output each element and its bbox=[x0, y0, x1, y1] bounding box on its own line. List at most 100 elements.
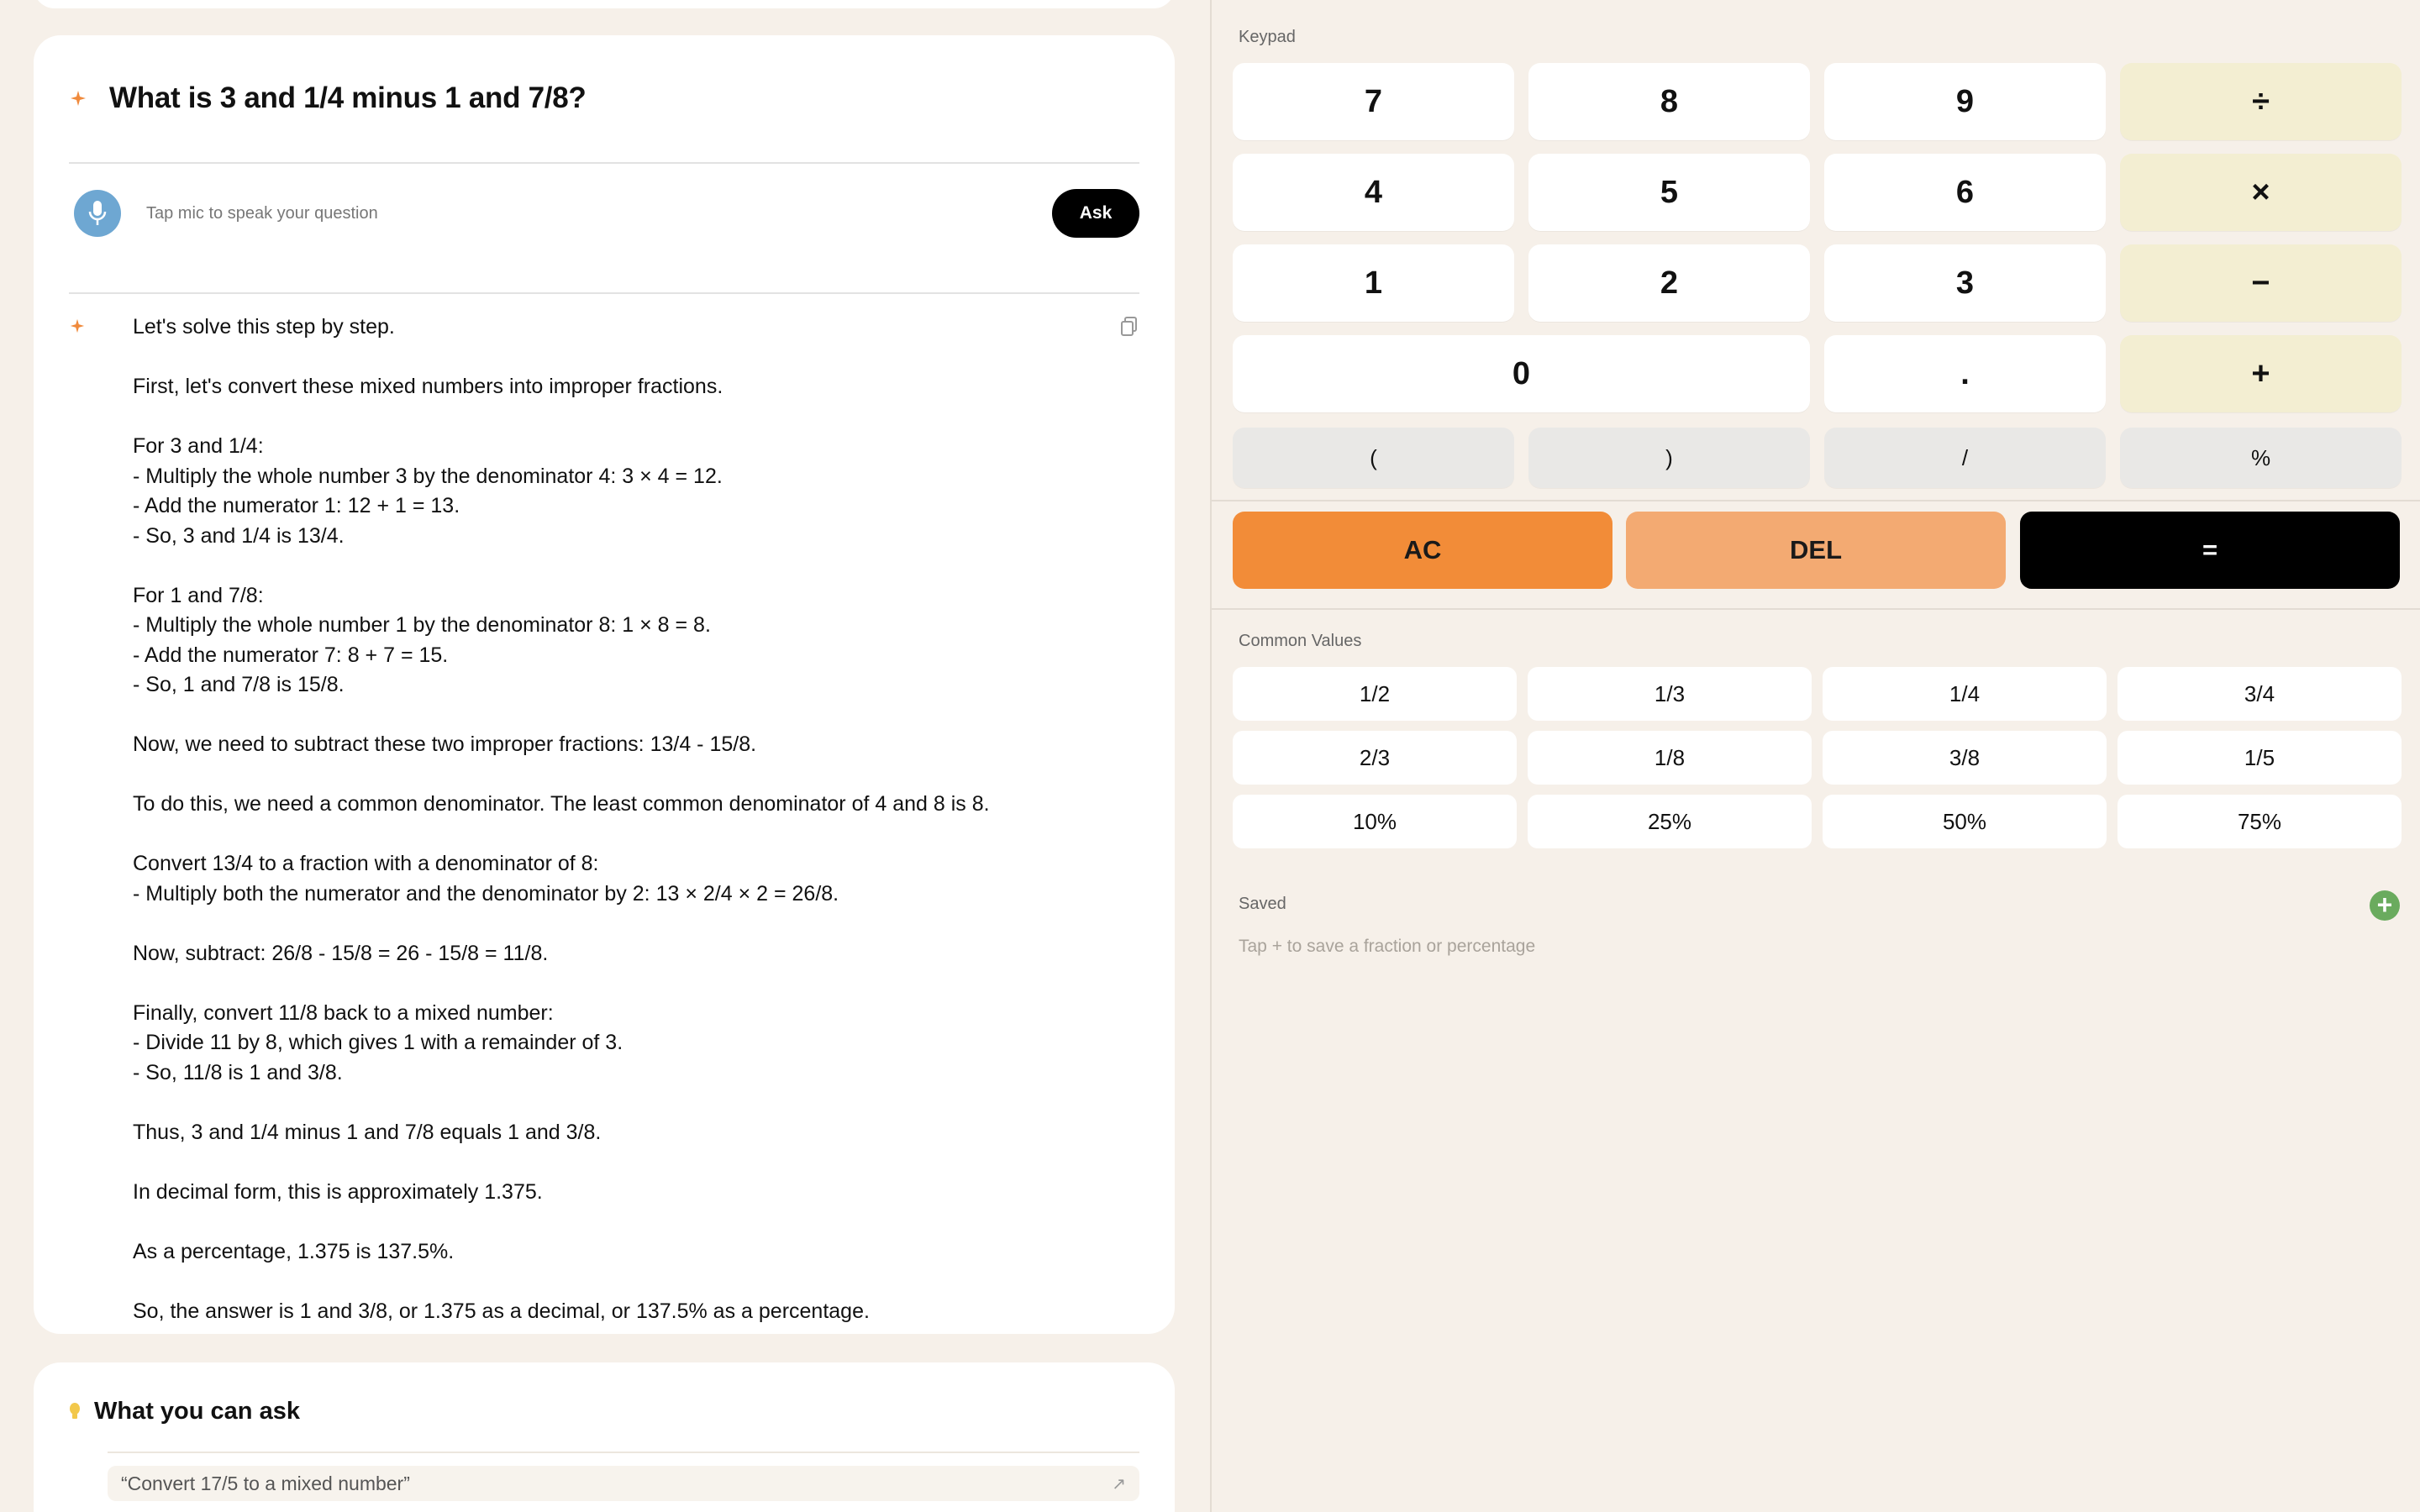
ask-input-placeholder[interactable]: Tap mic to speak your question bbox=[146, 204, 1052, 223]
divider bbox=[1212, 608, 2420, 610]
answer-line: So, the answer is 1 and 3/8, or 1.375 as… bbox=[133, 1299, 870, 1323]
answer-line: - Multiply both the numerator and the de… bbox=[133, 881, 839, 906]
suggestions-card: What you can ask “Convert 17/5 to a mixe… bbox=[34, 1362, 1175, 1512]
key-5[interactable]: 5 bbox=[1528, 154, 1810, 231]
common-value-chip[interactable]: 1/5 bbox=[2118, 731, 2402, 785]
answer-line: Now, subtract: 26/8 - 15/8 = 26 - 15/8 =… bbox=[133, 941, 549, 965]
answer-line: - So, 3 and 1/4 is 13/4. bbox=[133, 523, 345, 548]
key-1[interactable]: 1 bbox=[1233, 244, 1514, 322]
suggestion-item[interactable]: “Convert 17/5 to a mixed number” ↗ bbox=[108, 1466, 1139, 1501]
divider bbox=[69, 292, 1139, 294]
answer-line: For 3 and 1/4: bbox=[133, 434, 264, 458]
divider bbox=[69, 162, 1139, 164]
answer-text: Let's solve this step by step. First, let… bbox=[133, 312, 1139, 1326]
answer-line: In decimal form, this is approximately 1… bbox=[133, 1179, 543, 1204]
key-9[interactable]: 9 bbox=[1824, 63, 2106, 140]
divider bbox=[108, 1452, 1139, 1453]
key-minus[interactable]: − bbox=[2120, 244, 2402, 322]
answer-line bbox=[133, 820, 1139, 850]
common-value-chip[interactable]: 2/3 bbox=[1233, 731, 1517, 785]
delete-button[interactable]: DEL bbox=[1626, 512, 2006, 589]
key-7[interactable]: 7 bbox=[1233, 63, 1514, 140]
ask-button[interactable]: Ask bbox=[1052, 189, 1139, 238]
saved-empty-placeholder: Tap + to save a fraction or percentage bbox=[1239, 937, 1536, 956]
common-value-chip[interactable]: 10% bbox=[1233, 795, 1517, 848]
answer-line: - So, 11/8 is 1 and 3/8. bbox=[133, 1060, 343, 1084]
key-plus[interactable]: + bbox=[2120, 335, 2402, 412]
answer-line: - Multiply the whole number 3 by the den… bbox=[133, 464, 723, 488]
answer-line bbox=[133, 701, 1139, 731]
key-6[interactable]: 6 bbox=[1824, 154, 2106, 231]
common-value-chip[interactable]: 1/4 bbox=[1823, 667, 2107, 721]
arrow-up-right-icon: ↗ bbox=[1112, 1474, 1126, 1494]
answer-line: Convert 13/4 to a fraction with a denomi… bbox=[133, 852, 599, 875]
common-value-chip[interactable]: 25% bbox=[1528, 795, 1812, 848]
question-header: What is 3 and 1/4 minus 1 and 7/8? bbox=[69, 69, 1139, 128]
mic-button[interactable] bbox=[74, 190, 121, 237]
ask-bar: Tap mic to speak your question Ask bbox=[69, 178, 1139, 249]
keypad-label: Keypad bbox=[1239, 28, 1296, 46]
key-0[interactable]: 0 bbox=[1233, 335, 1810, 412]
common-value-chip[interactable]: 50% bbox=[1823, 795, 2107, 848]
answer-line: Let's solve this step by step. bbox=[133, 315, 395, 339]
microphone-icon bbox=[88, 201, 107, 225]
key-decimal[interactable]: . bbox=[1824, 335, 2106, 412]
common-value-chip[interactable]: 3/4 bbox=[2118, 667, 2402, 721]
answer-line: - Divide 11 by 8, which gives 1 with a r… bbox=[133, 1031, 623, 1054]
question-title: What is 3 and 1/4 minus 1 and 7/8? bbox=[109, 81, 587, 114]
question-card: What is 3 and 1/4 minus 1 and 7/8? Tap m… bbox=[34, 35, 1175, 1334]
copy-icon[interactable] bbox=[1119, 316, 1139, 338]
answer-line bbox=[133, 760, 1139, 790]
answer-line: - Multiply the whole number 1 by the den… bbox=[133, 613, 711, 637]
common-value-chip[interactable]: 1/8 bbox=[1528, 731, 1812, 785]
answer-line bbox=[133, 969, 1139, 999]
answer-line bbox=[133, 343, 1139, 373]
equals-button[interactable]: = bbox=[2020, 512, 2400, 589]
suggestions-header: What you can ask bbox=[69, 1398, 300, 1425]
clear-button[interactable]: AC bbox=[1233, 512, 1612, 589]
answer-line: - So, 1 and 7/8 is 15/8. bbox=[133, 673, 345, 696]
sparkle-icon bbox=[69, 318, 86, 339]
answer-line bbox=[133, 909, 1139, 939]
common-value-chip[interactable]: 1/3 bbox=[1528, 667, 1812, 721]
saved-label: Saved bbox=[1239, 895, 1286, 913]
answer-line bbox=[133, 1147, 1139, 1178]
key-slash[interactable]: / bbox=[1824, 428, 2106, 488]
key-divide[interactable]: ÷ bbox=[2120, 63, 2402, 140]
key-4[interactable]: 4 bbox=[1233, 154, 1514, 231]
answer-line: To do this, we need a common denominator… bbox=[133, 792, 990, 816]
answer-line: As a percentage, 1.375 is 137.5%. bbox=[133, 1239, 455, 1263]
answer-line: - Add the numerator 7: 8 + 7 = 15. bbox=[133, 643, 449, 667]
answer-line bbox=[133, 551, 1139, 581]
lightbulb-icon bbox=[70, 1402, 80, 1419]
divider bbox=[1212, 500, 2420, 501]
key-close-paren[interactable]: ) bbox=[1528, 428, 1810, 488]
key-percent[interactable]: % bbox=[2120, 428, 2402, 488]
answer-section: Let's solve this step by step. First, let… bbox=[69, 312, 1139, 1326]
key-3[interactable]: 3 bbox=[1824, 244, 2106, 322]
common-value-chip[interactable]: 75% bbox=[2118, 795, 2402, 848]
key-multiply[interactable]: × bbox=[2120, 154, 2402, 231]
answer-line bbox=[133, 402, 1139, 433]
add-saved-button[interactable]: + bbox=[2370, 890, 2400, 921]
common-value-chip[interactable]: 3/8 bbox=[1823, 731, 2107, 785]
previous-card bbox=[34, 0, 1175, 8]
answer-line: Now, we need to subtract these two impro… bbox=[133, 732, 757, 756]
answer-line: Finally, convert 11/8 back to a mixed nu… bbox=[133, 1000, 554, 1025]
answer-line bbox=[133, 1088, 1139, 1118]
sparkle-icon bbox=[69, 89, 87, 108]
common-value-chip[interactable]: 1/2 bbox=[1233, 667, 1517, 721]
left-panel: What is 3 and 1/4 minus 1 and 7/8? Tap m… bbox=[0, 0, 1210, 1512]
answer-line: For 1 and 7/8: bbox=[133, 583, 264, 607]
suggestion-label: “Convert 17/5 to a mixed number” bbox=[121, 1472, 410, 1494]
calculator-panel: Keypad 7 8 9 ÷ 4 5 6 × 1 2 3 − 0 . + ( )… bbox=[1210, 0, 2420, 1512]
key-2[interactable]: 2 bbox=[1528, 244, 1810, 322]
answer-line bbox=[133, 1267, 1139, 1297]
answer-line: First, let's convert these mixed numbers… bbox=[133, 375, 723, 398]
answer-line: Thus, 3 and 1/4 minus 1 and 7/8 equals 1… bbox=[133, 1120, 602, 1144]
key-8[interactable]: 8 bbox=[1528, 63, 1810, 140]
suggestions-title: What you can ask bbox=[94, 1398, 300, 1425]
answer-line: - Add the numerator 1: 12 + 1 = 13. bbox=[133, 494, 460, 517]
key-open-paren[interactable]: ( bbox=[1233, 428, 1514, 488]
answer-line bbox=[133, 1207, 1139, 1237]
